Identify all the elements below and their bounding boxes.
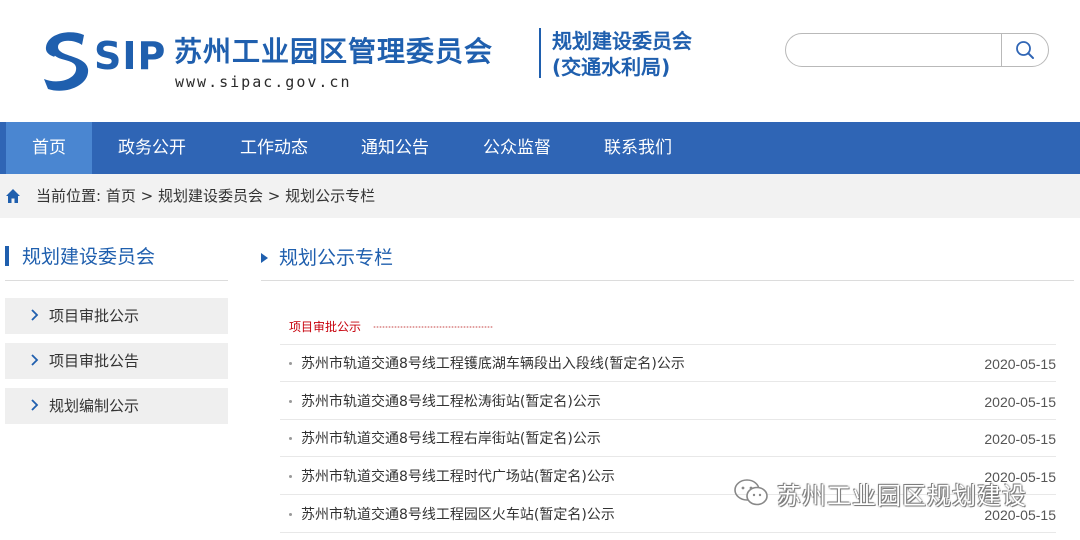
breadcrumb-trail: 当前位置: 首页 > 规划建设委员会 > 规划公示专栏 (36, 174, 375, 218)
dept-name-line2: (交通水利局) (552, 55, 671, 79)
logo-text: SIP (94, 34, 167, 78)
bullet-icon (289, 362, 292, 365)
main-title-divider (261, 280, 1074, 281)
org-url: www.sipac.gov.cn (175, 73, 352, 91)
bullet-icon (289, 437, 292, 440)
news-title[interactable]: 苏州市轨道交通8号线工程园区火车站(暂定名)公示 (301, 496, 615, 534)
page-title: 规划公示专栏 (279, 247, 394, 269)
breadcrumb-item-committee[interactable]: 规划建设委员会 (158, 187, 263, 205)
nav-item-contact-us[interactable]: 联系我们 (590, 122, 686, 174)
section-tag[interactable]: 项目审批公示 (289, 319, 361, 335)
news-date: 2020-05-15 (984, 356, 1056, 372)
nav-item-home[interactable]: 首页 (6, 122, 92, 174)
sip-logo-icon[interactable] (40, 27, 92, 93)
sidebar-item-project-approval-announcement[interactable]: 项目审批公告 (5, 343, 228, 379)
watermark-text: 苏州工业园区规划建设 (777, 481, 1027, 510)
wechat-icon (734, 479, 768, 506)
nav-item-government-affairs[interactable]: 政务公开 (104, 122, 200, 174)
dept-name: 规划建设委员会 (交通水利局) (552, 28, 692, 80)
wechat-watermark: 苏州工业园区规划建设 (733, 476, 1027, 510)
news-list-item[interactable]: 苏州市轨道交通8号线工程镬底湖车辆段出入段线(暂定名)公示 2020-05-15 (280, 345, 1056, 382)
news-title[interactable]: 苏州市轨道交通8号线工程镬底湖车辆段出入段线(暂定名)公示 (301, 345, 685, 383)
search-box (785, 33, 1049, 67)
breadcrumb-item-home[interactable]: 首页 (106, 187, 136, 205)
news-date: 2020-05-15 (984, 431, 1056, 447)
breadcrumb-item-current[interactable]: 规划公示专栏 (285, 187, 375, 205)
news-title[interactable]: 苏州市轨道交通8号线工程松涛街站(暂定名)公示 (301, 383, 601, 421)
org-name: 苏州工业园区管理委员会 (174, 35, 494, 68)
news-date: 2020-05-15 (984, 394, 1056, 410)
breadcrumb-separator: > (140, 187, 154, 205)
chevron-right-icon (31, 354, 39, 366)
nav-item-notices[interactable]: 通知公告 (347, 122, 443, 174)
news-list-item[interactable]: 苏州市轨道交通8号线工程松涛街站(暂定名)公示 2020-05-15 (280, 383, 1056, 420)
main-title-arrow-icon (261, 253, 268, 263)
sidebar-item-label: 项目审批公示 (49, 307, 140, 325)
nav-item-public-supervision[interactable]: 公众监督 (469, 122, 565, 174)
news-title[interactable]: 苏州市轨道交通8号线工程时代广场站(暂定名)公示 (301, 458, 615, 496)
news-list-item[interactable]: 苏州市轨道交通8号线工程右岸街站(暂定名)公示 2020-05-15 (280, 420, 1056, 457)
sidebar-title-marker (5, 246, 9, 266)
bullet-icon (289, 400, 292, 403)
site-header: SIP 苏州工业园区管理委员会 www.sipac.gov.cn 规划建设委员会… (0, 0, 1080, 122)
dept-name-line1: 规划建设委员会 (552, 29, 692, 53)
sidebar-divider (5, 280, 228, 281)
home-icon (6, 189, 20, 203)
breadcrumb-prefix: 当前位置: (36, 187, 102, 205)
bullet-icon (289, 513, 292, 516)
nav-item-work-news[interactable]: 工作动态 (226, 122, 322, 174)
header-divider (539, 28, 541, 78)
sidebar-item-plan-compilation-publicity[interactable]: 规划编制公示 (5, 388, 228, 424)
chevron-right-icon (31, 399, 39, 411)
section-tag-decoration (373, 325, 493, 329)
main-nav: 首页 政务公开 工作动态 通知公告 公众监督 联系我们 (0, 122, 1080, 174)
bullet-icon (289, 475, 292, 478)
search-button[interactable] (1002, 34, 1048, 66)
search-icon (1016, 41, 1034, 59)
sidebar-item-project-approval-publicity[interactable]: 项目审批公示 (5, 298, 228, 334)
breadcrumb: 当前位置: 首页 > 规划建设委员会 > 规划公示专栏 (0, 174, 1080, 218)
sidebar-item-label: 项目审批公告 (49, 352, 140, 370)
chevron-right-icon (31, 309, 39, 321)
sidebar-title: 规划建设委员会 (22, 246, 156, 268)
breadcrumb-separator: > (267, 187, 281, 205)
sidebar-item-label: 规划编制公示 (49, 397, 140, 415)
search-input[interactable] (800, 40, 1000, 60)
news-title[interactable]: 苏州市轨道交通8号线工程右岸街站(暂定名)公示 (301, 420, 601, 458)
